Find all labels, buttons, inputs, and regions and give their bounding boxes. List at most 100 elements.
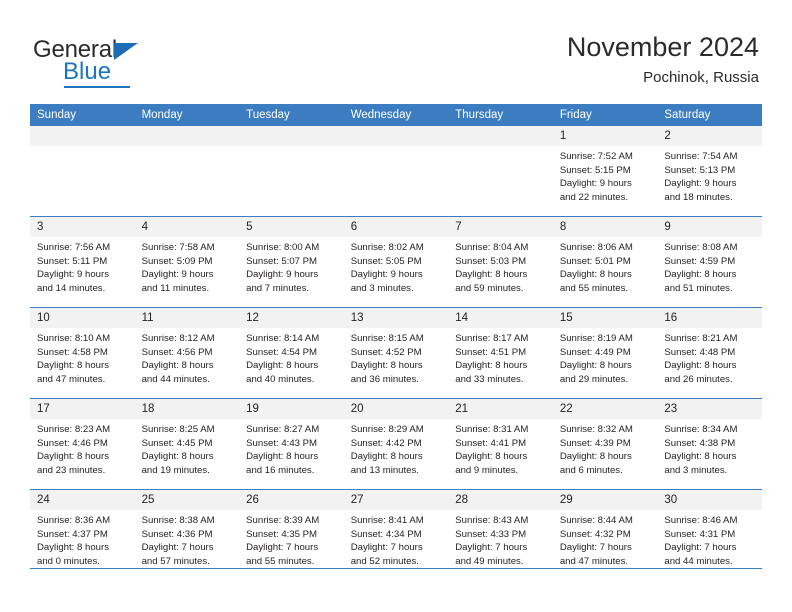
sunrise-text: Sunrise: 8:34 AM	[664, 424, 738, 435]
calendar-day-cell[interactable]: 27 Sunrise: 8:41 AM Sunset: 4:34 PM Dayligh…	[343, 489, 449, 580]
sunset-text: Sunset: 4:49 PM	[559, 346, 631, 358]
daylight-text: Daylight: 7 hours	[664, 542, 737, 554]
daylight-text-cont: and 26 minutes.	[664, 373, 733, 385]
calendar-day-cell[interactable]: 1 Sunrise: 7:52 AM Sunset: 5:15 PM Daylight…	[552, 126, 658, 217]
weekday-header-thursday: Thursday	[448, 104, 553, 126]
calendar-day-cell[interactable]: 18 Sunrise: 8:25 AM Sunset: 4:45 PM Dayligh…	[134, 398, 240, 490]
calendar-day-cell[interactable]: 29 Sunrise: 8:44 AM Sunset: 4:32 PM Dayligh…	[552, 489, 658, 580]
calendar-page: General Blue November 2024 Pochinok, Rus…	[0, 0, 792, 612]
calendar-day-cell[interactable]: 3 Sunrise: 7:56 AM Sunset: 5:11 PM Daylight…	[30, 216, 135, 308]
day-details: Sunrise: 8:44 AM Sunset: 4:32 PM Daylight:…	[553, 510, 658, 568]
day-number: 15	[552, 308, 658, 328]
day-details: Sunrise: 8:39 AM Sunset: 4:35 PM Daylight:…	[239, 510, 344, 568]
day-number	[134, 126, 240, 146]
calendar-day-cell[interactable]: 16 Sunrise: 8:21 AM Sunset: 4:48 PM Dayligh…	[657, 307, 762, 399]
calendar-day-cell[interactable]: 28 Sunrise: 8:43 AM Sunset: 4:33 PM Dayligh…	[448, 489, 553, 580]
day-details: Sunrise: 8:00 AM Sunset: 5:07 PM Daylight:…	[239, 237, 344, 295]
calendar-day-cell[interactable]: 8 Sunrise: 8:06 AM Sunset: 5:01 PM Daylight…	[552, 216, 658, 308]
sunset-text: Sunset: 4:48 PM	[664, 346, 736, 358]
day-number: 28	[448, 490, 553, 510]
page-title: November 2024	[566, 32, 759, 62]
page-header: General Blue November 2024 Pochinok, Rus…	[0, 0, 792, 100]
calendar-day-cell-empty	[448, 126, 553, 217]
day-details: Sunrise: 8:04 AM Sunset: 5:03 PM Daylight:…	[448, 237, 553, 295]
calendar-day-cell[interactable]: 11 Sunrise: 8:12 AM Sunset: 4:56 PM Dayligh…	[134, 307, 240, 399]
calendar-day-cell[interactable]: 10 Sunrise: 8:10 AM Sunset: 4:58 PM Dayligh…	[30, 307, 135, 399]
calendar-day-cell[interactable]: 22 Sunrise: 8:32 AM Sunset: 4:39 PM Dayligh…	[552, 398, 658, 490]
sunset-text: Sunset: 4:37 PM	[37, 528, 108, 540]
sunset-text: Sunset: 4:34 PM	[350, 528, 422, 540]
daylight-text-cont: and 59 minutes.	[455, 282, 524, 294]
daylight-text-cont: and 40 minutes.	[246, 373, 315, 385]
generalblue-logo[interactable]: General Blue	[33, 36, 233, 88]
sunset-text: Sunset: 4:56 PM	[141, 346, 213, 358]
calendar-week-row: 1 Sunrise: 7:52 AM Sunset: 5:15 PM Daylight…	[30, 126, 762, 217]
calendar-day-cell[interactable]: 19 Sunrise: 8:27 AM Sunset: 4:43 PM Dayligh…	[239, 398, 344, 490]
sunset-text: Sunset: 5:13 PM	[664, 164, 736, 176]
calendar-day-cell[interactable]: 9 Sunrise: 8:08 AM Sunset: 4:59 PM Daylight…	[657, 216, 762, 308]
day-number: 30	[657, 490, 762, 510]
day-details: Sunrise: 8:14 AM Sunset: 4:54 PM Daylight:…	[239, 328, 344, 386]
day-number: 20	[343, 399, 449, 419]
daylight-text-cont: and 7 minutes.	[246, 282, 310, 294]
day-details: Sunrise: 8:23 AM Sunset: 4:46 PM Daylight:…	[30, 419, 135, 477]
day-number: 8	[552, 217, 658, 237]
day-details: Sunrise: 7:54 AM Sunset: 5:13 PM Daylight:…	[657, 146, 762, 204]
calendar-day-cell[interactable]: 14 Sunrise: 8:17 AM Sunset: 4:51 PM Dayligh…	[448, 307, 553, 399]
day-number: 13	[343, 308, 449, 328]
calendar-day-cell[interactable]: 20 Sunrise: 8:29 AM Sunset: 4:42 PM Dayligh…	[343, 398, 449, 490]
sunset-text: Sunset: 4:41 PM	[455, 437, 527, 449]
calendar-day-cell[interactable]: 12 Sunrise: 8:14 AM Sunset: 4:54 PM Dayligh…	[239, 307, 344, 399]
calendar-day-cell[interactable]: 5 Sunrise: 8:00 AM Sunset: 5:07 PM Daylight…	[239, 216, 344, 308]
calendar-day-cell[interactable]: 26 Sunrise: 8:39 AM Sunset: 4:35 PM Dayligh…	[239, 489, 344, 580]
calendar-day-cell[interactable]: 23 Sunrise: 8:34 AM Sunset: 4:38 PM Dayligh…	[657, 398, 762, 490]
calendar-day-cell-empty	[239, 126, 344, 217]
daylight-text: Daylight: 7 hours	[559, 542, 632, 554]
calendar-day-cell[interactable]: 13 Sunrise: 8:15 AM Sunset: 4:52 PM Dayligh…	[343, 307, 449, 399]
day-number	[30, 126, 135, 146]
calendar-day-cell[interactable]: 2 Sunrise: 7:54 AM Sunset: 5:13 PM Daylight…	[657, 126, 762, 217]
calendar-day-cell[interactable]: 25 Sunrise: 8:38 AM Sunset: 4:36 PM Dayligh…	[134, 489, 240, 580]
daylight-text-cont: and 3 minutes.	[350, 282, 414, 294]
sunrise-text: Sunrise: 8:44 AM	[559, 515, 633, 526]
sunrise-text: Sunrise: 8:02 AM	[350, 242, 424, 253]
sunset-text: Sunset: 4:54 PM	[246, 346, 318, 358]
daylight-text-cont: and 18 minutes.	[664, 191, 733, 203]
daylight-text-cont: and 57 minutes.	[141, 555, 210, 567]
calendar-day-cell[interactable]: 30 Sunrise: 8:46 AM Sunset: 4:31 PM Dayligh…	[657, 489, 762, 580]
day-details: Sunrise: 8:46 AM Sunset: 4:31 PM Daylight:…	[657, 510, 762, 568]
logo-underline	[64, 86, 130, 88]
calendar-day-cell[interactable]: 24 Sunrise: 8:36 AM Sunset: 4:37 PM Dayligh…	[30, 489, 135, 580]
calendar-day-cell[interactable]: 17 Sunrise: 8:23 AM Sunset: 4:46 PM Dayligh…	[30, 398, 135, 490]
calendar-week-row: 24 Sunrise: 8:36 AM Sunset: 4:37 PM Dayligh…	[30, 489, 762, 580]
sunset-text: Sunset: 4:36 PM	[141, 528, 213, 540]
daylight-text: Daylight: 9 hours	[141, 269, 214, 281]
daylight-text-cont: and 14 minutes.	[37, 282, 106, 294]
sunrise-text: Sunrise: 8:14 AM	[246, 333, 320, 344]
day-number: 12	[239, 308, 344, 328]
daylight-text: Daylight: 9 hours	[246, 269, 319, 281]
day-details: Sunrise: 8:15 AM Sunset: 4:52 PM Daylight:…	[344, 328, 449, 386]
sunset-text: Sunset: 5:15 PM	[559, 164, 631, 176]
calendar-day-cell[interactable]: 15 Sunrise: 8:19 AM Sunset: 4:49 PM Dayligh…	[552, 307, 658, 399]
calendar-day-cell[interactable]: 4 Sunrise: 7:58 AM Sunset: 5:09 PM Daylight…	[134, 216, 240, 308]
day-details: Sunrise: 7:56 AM Sunset: 5:11 PM Daylight:…	[30, 237, 135, 295]
sunrise-text: Sunrise: 8:31 AM	[455, 424, 529, 435]
day-details: Sunrise: 8:21 AM Sunset: 4:48 PM Daylight:…	[657, 328, 762, 386]
sunset-text: Sunset: 4:39 PM	[559, 437, 631, 449]
daylight-text: Daylight: 8 hours	[37, 360, 109, 372]
daylight-text: Daylight: 8 hours	[37, 451, 109, 463]
calendar-week-row: 17 Sunrise: 8:23 AM Sunset: 4:46 PM Dayligh…	[30, 398, 762, 490]
sunrise-text: Sunrise: 8:10 AM	[37, 333, 111, 344]
calendar-day-cell[interactable]: 21 Sunrise: 8:31 AM Sunset: 4:41 PM Dayligh…	[448, 398, 553, 490]
day-number: 4	[134, 217, 240, 237]
day-number: 25	[134, 490, 240, 510]
daylight-text-cont: and 52 minutes.	[350, 555, 419, 567]
weekday-header-tuesday: Tuesday	[239, 104, 344, 126]
day-details	[239, 146, 344, 150]
sunrise-text: Sunrise: 8:25 AM	[141, 424, 215, 435]
sunset-text: Sunset: 4:59 PM	[664, 255, 736, 267]
calendar-day-cell[interactable]: 6 Sunrise: 8:02 AM Sunset: 5:05 PM Daylight…	[343, 216, 449, 308]
weekday-header-row: Sunday Monday Tuesday Wednesday Thursday Frid…	[30, 104, 762, 126]
calendar-day-cell[interactable]: 7 Sunrise: 8:04 AM Sunset: 5:03 PM Daylight…	[448, 216, 553, 308]
